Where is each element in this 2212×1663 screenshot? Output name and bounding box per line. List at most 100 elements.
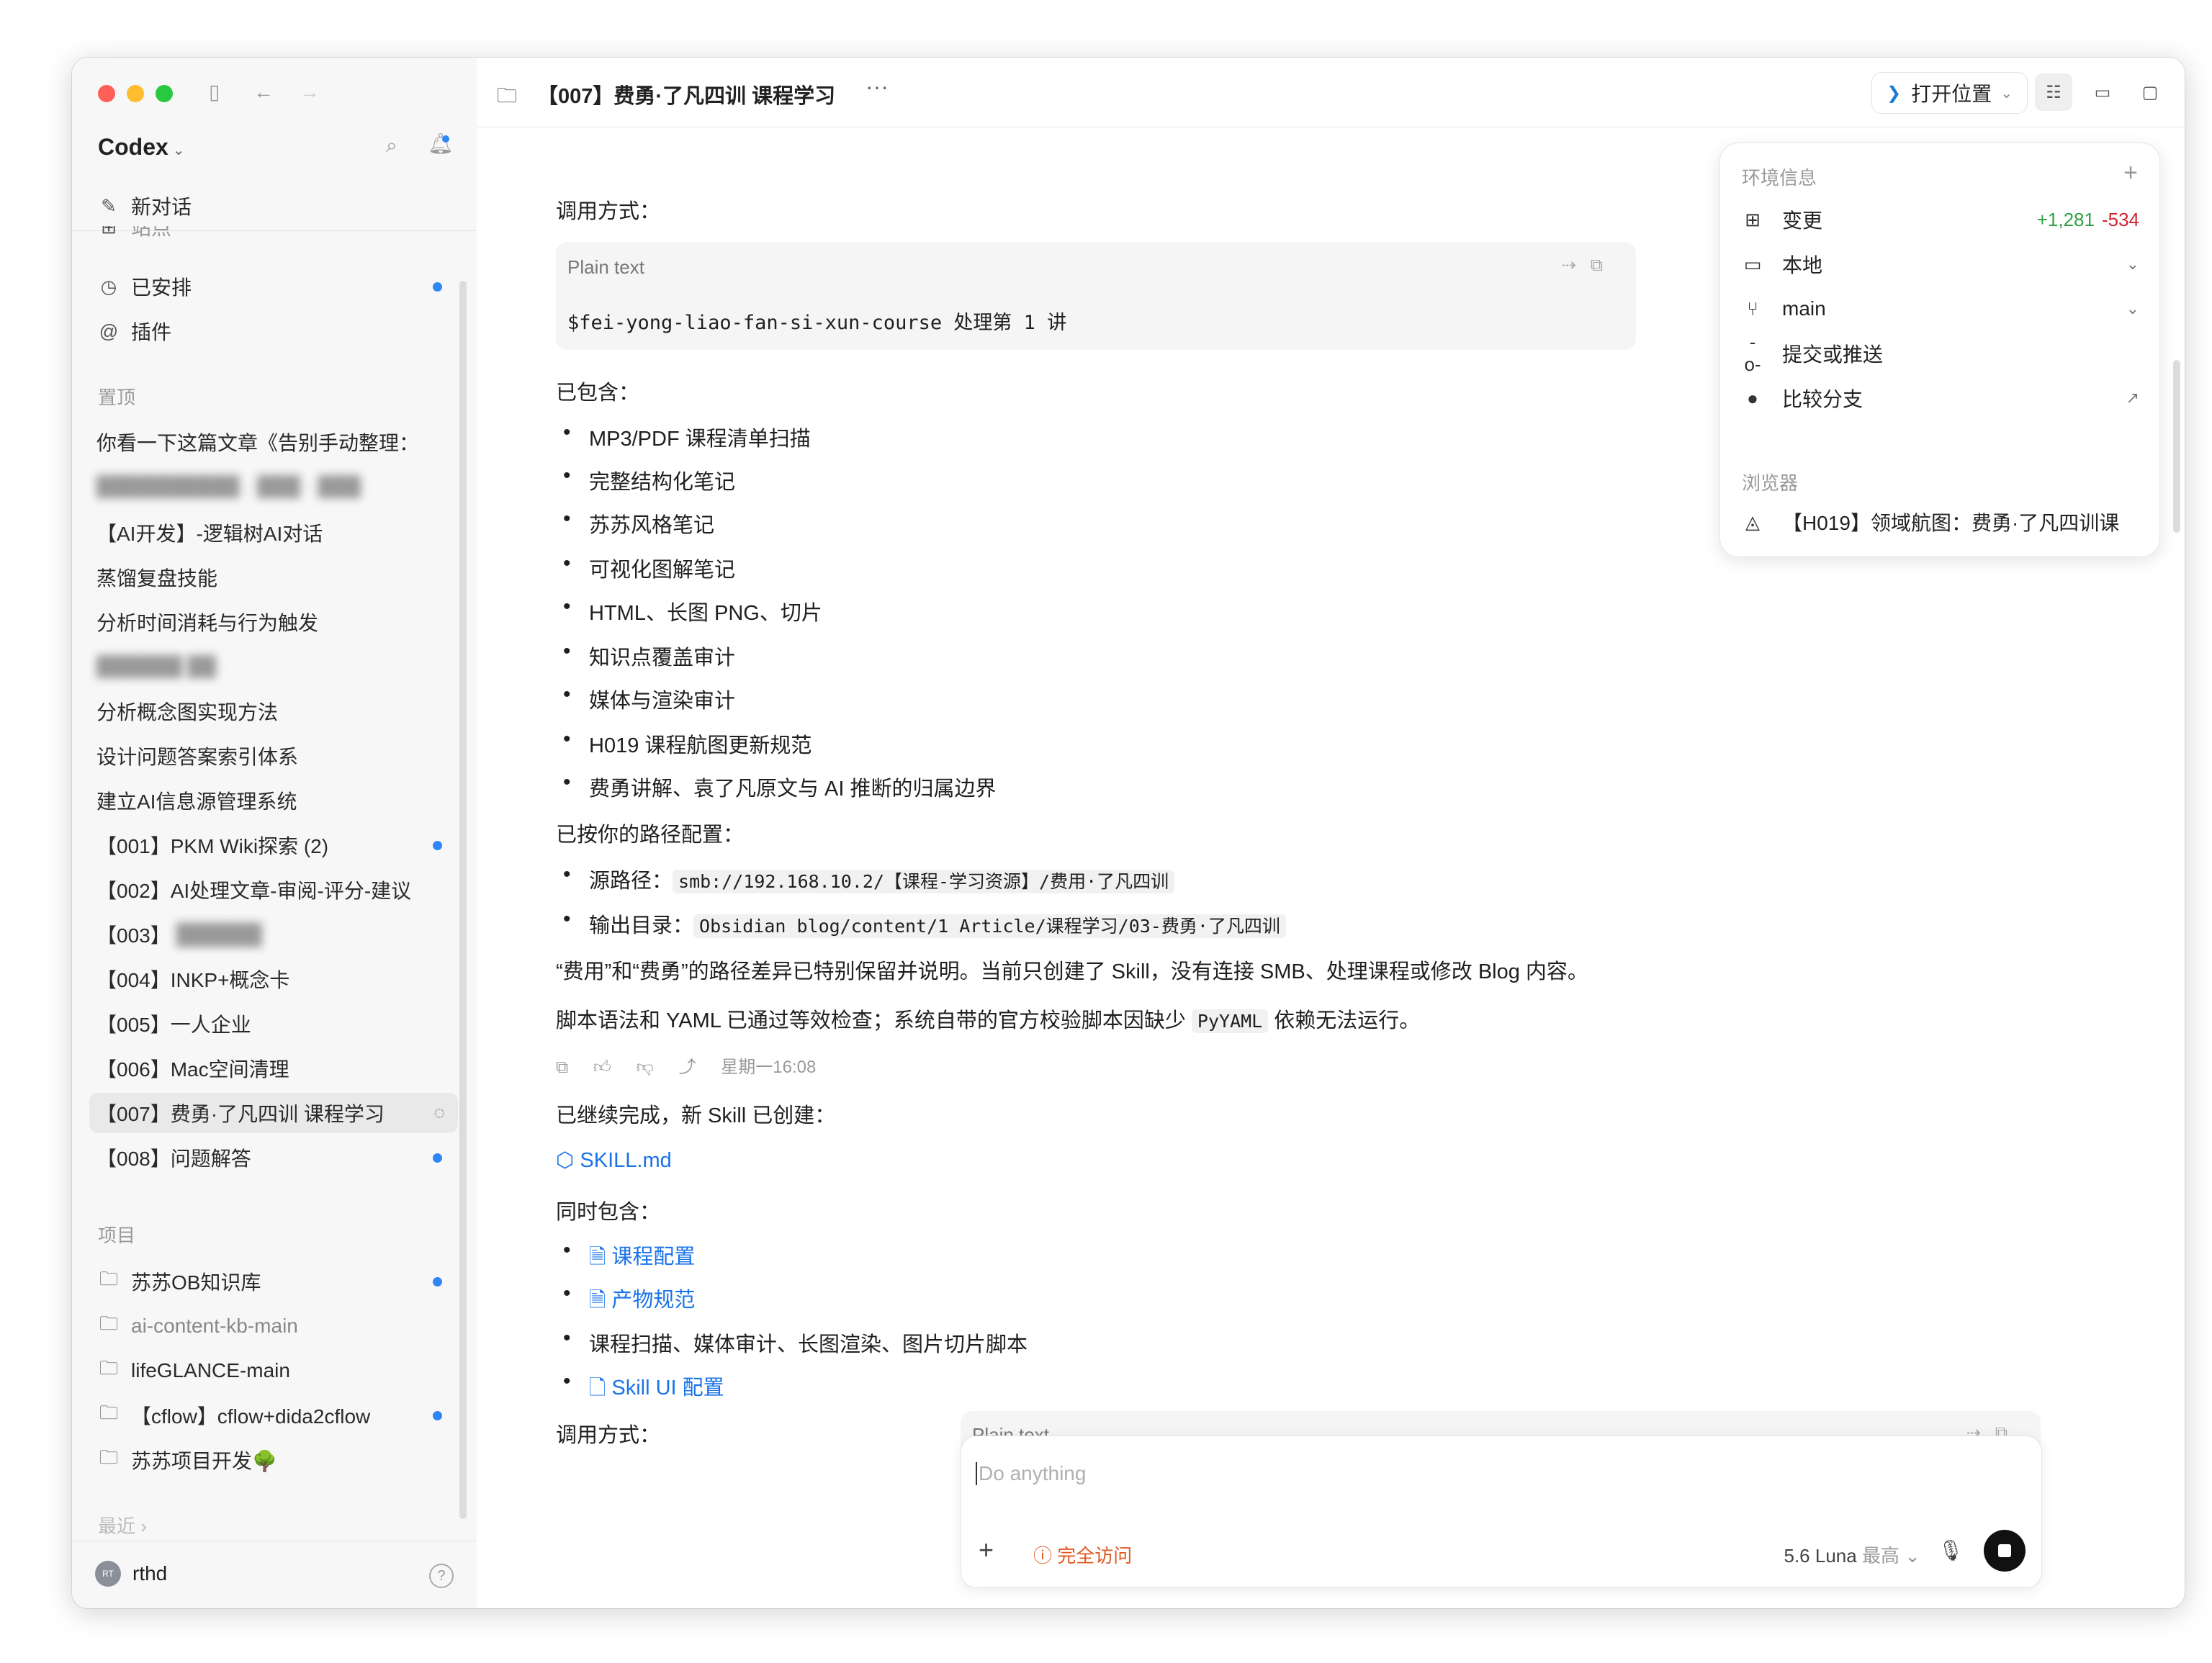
env-row-local[interactable]: ▭ 本地 ⌄ <box>1742 250 2139 279</box>
sidebar-item-plugins[interactable]: @ 插件 <box>89 311 458 351</box>
copy-icon[interactable]: ⧉ <box>1591 256 1617 275</box>
env-row-commit[interactable]: -o- 提交或推送 <box>1742 331 2139 375</box>
user-account[interactable]: RT rthd <box>95 1559 167 1588</box>
file-link-text: Skill UI 配置 <box>611 1376 724 1400</box>
env-row-branch[interactable]: ⑂ main ⌄ <box>1742 294 2139 323</box>
project-item[interactable]: 🗀 苏苏OB知识库 <box>89 1261 458 1302</box>
access-mode-label: 完全访问 <box>1057 1545 1133 1567</box>
bottom-panel-icon[interactable]: ▭ <box>2084 73 2121 111</box>
note-text: 脚本语法和 YAML 已通过等效检查；系统自带的官方校验脚本因缺少 <box>556 1009 1186 1032</box>
pinned-item[interactable]: 分析概念图实现方法 <box>89 691 458 731</box>
local-label: 本地 <box>1782 254 1823 276</box>
pinned-item[interactable]: 【003】 ██████ <box>89 914 458 955</box>
list-item-text: 课程扫描、媒体审计、长图渲染、图片切片脚本 <box>589 1333 1028 1356</box>
zoom-window-button[interactable] <box>156 85 173 102</box>
close-window-button[interactable] <box>98 85 115 102</box>
pinned-item-active[interactable]: 【007】费勇·了凡四训 课程学习 ◌ <box>89 1093 458 1133</box>
wrap-icon[interactable]: ⇢ <box>1562 256 1591 275</box>
pinned-item[interactable]: 【008】问题解答 <box>89 1137 458 1178</box>
stop-button[interactable] <box>1984 1530 2026 1572</box>
pinned-item[interactable]: 你看一下这篇文章《告别手动整理： <box>89 422 458 462</box>
back-arrow-icon[interactable]: ← <box>253 82 274 102</box>
browser-tab[interactable]: ◬ 【H019】领域航图：费勇·了凡四训课 <box>1742 508 2139 536</box>
help-icon[interactable]: ? <box>429 1564 454 1588</box>
pinned-item-label: 分析概念图实现方法 <box>96 701 279 724</box>
thumbs-down-icon[interactable]: 👎︎ <box>637 1058 654 1077</box>
project-item[interactable]: 🗀 lifeGLANCE-main <box>89 1351 458 1391</box>
pinned-item-redacted[interactable]: ██████ ██ <box>89 646 458 687</box>
pinned-item[interactable]: 分析时间消耗与行为触发 <box>89 602 458 642</box>
add-icon[interactable]: + <box>2123 159 2138 187</box>
list-item: H019 课程航图更新规范 <box>563 727 811 759</box>
open-location-button[interactable]: ❯ 打开位置 ⌄ <box>1871 72 2028 114</box>
prompt-input[interactable]: Do anything <box>975 1462 1086 1485</box>
pinned-item[interactable]: 建立AI信息源管理系统 <box>89 780 458 821</box>
folder-icon: 🗀 <box>99 1446 118 1468</box>
folder-icon: 🗀 <box>497 84 518 107</box>
sites-label: 站点 <box>131 226 172 239</box>
microphone-icon[interactable]: 🎙︎ <box>1938 1538 1964 1562</box>
new-chat-label: 新对话 <box>131 196 192 218</box>
file-link[interactable]: 🗎 课程配置 <box>589 1245 695 1268</box>
skill-file-link[interactable]: ⬡ SKILL.md <box>556 1148 672 1173</box>
file-link-text: 产物规范 <box>611 1289 696 1312</box>
sidebar-item-scheduled[interactable]: ◷ 已安排 <box>89 266 458 307</box>
env-panel-toggle-icon[interactable]: ☷ <box>2035 73 2072 111</box>
more-options-icon[interactable]: ··· <box>866 73 889 100</box>
model-name: 5.6 Luna <box>1784 1545 1857 1567</box>
thread-title: 【007】费勇·了凡四训 课程学习 <box>537 85 836 108</box>
right-panel-icon[interactable]: ▢ <box>2131 73 2169 111</box>
pinned-item-label: 【003】 <box>96 924 171 947</box>
project-item[interactable]: 🗀 ai-content-kb-main <box>89 1306 458 1346</box>
list-item: 知识点覆盖审计 <box>563 639 735 671</box>
pinned-item[interactable]: 【006】Mac空间清理 <box>89 1048 458 1089</box>
recent-header[interactable]: 最近 › <box>98 1512 147 1538</box>
sidebar-toggle-icon[interactable]: ▯ <box>209 82 220 102</box>
commit-icon: -o- <box>1744 331 1761 375</box>
message-timestamp: 星期一16:08 <box>721 1058 817 1077</box>
file-link[interactable]: 🗋 Skill UI 配置 <box>589 1376 724 1400</box>
model-selector[interactable]: 5.6 Luna 最高 ⌄ <box>1784 1541 1921 1568</box>
env-row-compare[interactable]: ● 比较分支 ↗ <box>1742 384 2139 413</box>
copy-icon[interactable]: ⧉ <box>556 1058 568 1077</box>
note-paragraph: 脚本语法和 YAML 已通过等效检查；系统自带的官方校验脚本因缺少 PyYAML… <box>556 1004 1420 1034</box>
changes-label: 变更 <box>1782 209 1823 232</box>
forward-arrow-icon[interactable]: → <box>300 82 320 102</box>
search-icon[interactable]: ⌕ <box>386 135 397 156</box>
pinned-item[interactable]: 【005】一人企业 <box>89 1004 458 1044</box>
pinned-item[interactable]: 设计问题答案索引体系 <box>89 736 458 776</box>
github-icon: ● <box>1747 387 1758 409</box>
pinned-item[interactable]: 蒸馏复盘技能 <box>89 557 458 598</box>
new-chat-button[interactable]: ✎ 新对话 <box>89 186 458 226</box>
attach-plus-icon[interactable]: + <box>979 1537 994 1563</box>
output-path: Obsidian blog/content/1 Article/课程学习/03-… <box>693 914 1286 938</box>
minimize-window-button[interactable] <box>127 85 144 102</box>
file-link-text: 课程配置 <box>611 1245 696 1268</box>
main-scrollbar[interactable] <box>2173 360 2180 533</box>
project-item[interactable]: 🗀 苏苏项目开发🌳 <box>89 1440 458 1480</box>
pinned-item-redacted[interactable]: ██████████ · ███ · ███ <box>89 467 458 507</box>
env-panel-title: 环境信息 <box>1742 167 1817 189</box>
stop-icon <box>1998 1544 2011 1557</box>
bell-icon[interactable]: 🔔︎ <box>428 134 454 154</box>
sidebar-item-sites[interactable]: ⊞ 站点 <box>89 226 458 243</box>
pinned-item[interactable]: 【001】PKM Wiki探索 (2) <box>89 825 458 865</box>
invoke-label: 调用方式： <box>556 1424 661 1447</box>
list-item-text: MP3/PDF 课程清单扫描 <box>589 428 811 451</box>
composer[interactable]: Do anything + ⓘ 完全访问 5.6 Luna 最高 ⌄ 🎙︎ <box>961 1436 2042 1588</box>
env-row-changes[interactable]: ⊞ 变更 +1,281 -534 <box>1742 205 2139 234</box>
note-text: 依赖无法运行。 <box>1274 1009 1421 1032</box>
pinned-item[interactable]: 【AI开发】-逻辑树AI对话 <box>89 513 458 553</box>
thumbs-up-icon[interactable]: 👍︎ <box>593 1058 611 1077</box>
access-mode-button[interactable]: ⓘ 完全访问 <box>1033 1541 1132 1568</box>
sidebar-scrollbar[interactable] <box>459 281 467 1519</box>
pinned-item-label: 分析时间消耗与行为触发 <box>96 612 319 634</box>
fork-icon[interactable]: ⤴ <box>679 1058 696 1077</box>
app-switcher[interactable]: Codex ⌄ <box>98 134 185 161</box>
pinned-item[interactable]: 【002】AI处理文章-审阅-评分-建议 <box>89 870 458 910</box>
file-link[interactable]: 🗎 产物规范 <box>589 1289 695 1312</box>
pinned-item[interactable]: 【004】INKP+概念卡 <box>89 959 458 999</box>
list-item-text: 苏苏风格笔记 <box>589 514 715 537</box>
project-item[interactable]: 🗀 【cflow】cflow+dida2cflow <box>89 1395 458 1436</box>
list-item: 🗎 产物规范 <box>563 1281 695 1320</box>
